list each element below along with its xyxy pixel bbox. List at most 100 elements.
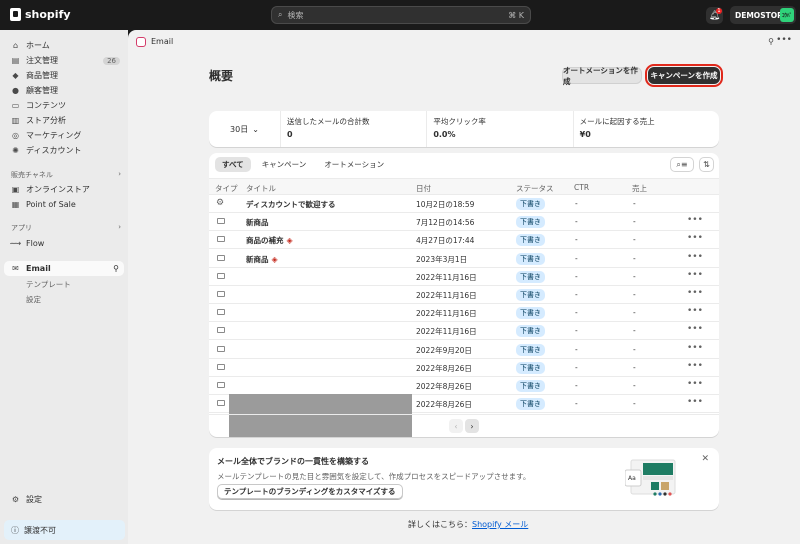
row-sales: -: [633, 217, 636, 227]
stat-label: メールに起因する売上: [579, 117, 655, 126]
row-date: 7月12日の14:56: [416, 218, 475, 228]
create-automation-button[interactable]: オートメーションを作成: [562, 66, 642, 86]
table-row[interactable]: 2022年11月16日 下書き - - •••: [209, 322, 719, 341]
notifications-button[interactable]: 🔔︎ 1: [706, 7, 723, 24]
table-row[interactable]: 2022年8月26日 下書き - - •••: [209, 377, 719, 395]
sidebar-subitem-settings[interactable]: 設定: [26, 294, 41, 305]
search-input[interactable]: ⌕ 検索 ⌘ K: [271, 6, 531, 24]
app-title: Email: [151, 37, 174, 46]
pagination: ‹ ›: [209, 414, 719, 437]
sidebar-item-email[interactable]: ✉ Email ⚲: [4, 261, 124, 276]
tab-all[interactable]: すべて: [215, 157, 251, 172]
shopify-email-link[interactable]: Shopify メール: [472, 520, 528, 529]
search-filter-button[interactable]: ⌕≡: [670, 157, 694, 172]
more-actions-icon[interactable]: •••: [687, 343, 703, 353]
status-badge: 下書き: [516, 307, 545, 320]
store-menu-button[interactable]: DEMOSTORE ｺｳﾊﾞ: [730, 6, 796, 24]
row-date: 2023年3月1日: [416, 254, 468, 264]
close-icon[interactable]: ✕: [701, 454, 709, 464]
sidebar-item-discounts[interactable]: ✺ ディスカウント: [4, 143, 124, 158]
email-type-icon: [217, 236, 225, 243]
column-header-type: タイプ: [215, 184, 238, 193]
row-date: 2022年11月16日: [416, 291, 477, 300]
shopify-logo[interactable]: shopify: [10, 8, 71, 21]
more-actions-icon[interactable]: •••: [687, 252, 703, 262]
transfer-status-banner[interactable]: ⓘ 譲渡不可: [4, 520, 125, 540]
table-row[interactable]: 2022年11月16日 下書き - - •••: [209, 286, 719, 304]
row-ctr: -: [575, 271, 578, 281]
stat-value: ¥0: [579, 130, 591, 139]
table-row[interactable]: 2022年11月16日 下書き - - •••: [209, 268, 719, 286]
row-date: 2022年11月16日: [416, 309, 477, 319]
sidebar-item-home[interactable]: ⌂ ホーム: [4, 38, 124, 53]
row-date: 2022年8月26日: [416, 400, 472, 410]
status-badge: 下書き: [516, 289, 545, 301]
sidebar-item-marketing[interactable]: ◎ マーケティング: [4, 128, 124, 143]
more-actions-icon[interactable]: •••: [687, 215, 703, 225]
tag-icon: ◆: [12, 71, 19, 80]
previous-page-button[interactable]: ‹: [449, 419, 463, 433]
sidebar-item-products[interactable]: ◆ 商品管理: [4, 68, 124, 83]
more-actions-icon[interactable]: •••: [687, 379, 703, 389]
table-row[interactable]: 新商品 ◈ 2023年3月1日 下書き - - •••: [209, 250, 719, 268]
tab-automations[interactable]: オートメーション: [317, 157, 391, 172]
tab-campaigns[interactable]: キャンペーン: [255, 157, 314, 172]
table-row[interactable]: 商品の補充 ◈ 4月27日の17:44 下書き - - •••: [209, 231, 719, 250]
create-campaign-button[interactable]: キャンペーンを作成: [645, 64, 723, 87]
sidebar-item-point-of-sale[interactable]: ▦ Point of Sale: [4, 197, 124, 212]
search-icon: ⌕: [278, 10, 283, 19]
row-sales: -: [633, 326, 636, 336]
row-sales: -: [633, 290, 636, 299]
sidebar-item-label: オンラインストア: [26, 185, 90, 194]
more-actions-icon[interactable]: •••: [687, 324, 703, 334]
pin-icon[interactable]: ⚲: [768, 37, 774, 46]
more-actions-icon[interactable]: •••: [687, 397, 703, 407]
email-type-icon: [217, 272, 225, 279]
table-row[interactable]: 2022年9月20日 下書き - - •••: [209, 341, 719, 359]
table-row[interactable]: 新商品 7月12日の14:56 下書き - - •••: [209, 213, 719, 232]
automation-icon: ⚙: [216, 198, 225, 208]
pin-icon[interactable]: ⚲: [113, 264, 119, 273]
more-icon[interactable]: •••: [776, 35, 792, 45]
more-actions-icon[interactable]: •••: [687, 306, 703, 316]
row-ctr: -: [575, 290, 578, 299]
sidebar: 販売チャネル › アプリ › ✉ Email ⚲ テンプレート 設定 ⚙ 設定 ⓘ …: [0, 30, 128, 544]
next-page-button[interactable]: ›: [465, 419, 479, 433]
more-actions-icon[interactable]: •••: [687, 270, 703, 280]
more-actions-icon[interactable]: •••: [687, 288, 703, 298]
sidebar-item-content[interactable]: ▭ コンテンツ: [4, 98, 124, 113]
period-selector[interactable]: 30日 ⌄: [209, 111, 281, 147]
row-ctr: -: [575, 235, 578, 245]
more-actions-icon[interactable]: •••: [687, 233, 703, 243]
customize-branding-button[interactable]: テンプレートのブランディングをカスタマイズする: [217, 484, 403, 499]
footer-text: 詳しくはこちら：: [408, 520, 472, 529]
row-sales: -: [633, 253, 636, 263]
branding-promo-card: メール全体でブランドの一貫性を構築する メールテンプレートの見た目と雰囲気を設定…: [209, 448, 719, 510]
sidebar-item-online-store[interactable]: ▣ オンラインストア: [4, 182, 124, 197]
sidebar-item-customers[interactable]: ● 顧客管理: [4, 83, 124, 98]
sidebar-item-label: ホーム: [26, 41, 50, 50]
sidebar-item-analytics[interactable]: ▥ ストア分析: [4, 113, 124, 128]
email-type-icon: [217, 218, 225, 225]
search-shortcut: ⌘ K: [508, 10, 524, 20]
table-row[interactable]: 2022年11月16日 下書き - - •••: [209, 304, 719, 323]
email-list-card: すべて キャンペーン オートメーション ⌕≡ ⇅ タイプ タイトル 日付 ステー…: [209, 153, 719, 437]
sidebar-item-settings[interactable]: ⚙ 設定: [4, 492, 124, 507]
row-ctr: -: [575, 381, 578, 390]
sidebar-subitem-templates[interactable]: テンプレート: [26, 279, 71, 290]
discount-icon: ✺: [12, 146, 19, 155]
row-ctr: -: [575, 399, 578, 409]
row-sales: -: [633, 308, 636, 318]
row-date: 2022年11月16日: [416, 327, 477, 337]
sidebar-item-label: 商品管理: [26, 71, 58, 80]
sidebar-item-orders[interactable]: ▤ 注文管理 26: [4, 53, 124, 68]
sidebar-item-label: ストア分析: [26, 116, 66, 125]
apps-header[interactable]: アプリ ›: [11, 223, 121, 233]
more-actions-icon[interactable]: •••: [687, 361, 703, 371]
sidebar-item-flow[interactable]: ⟿ Flow: [4, 236, 124, 251]
table-row[interactable]: ⚙ ディスカウントで歓迎する 10月2日の18:59 下書き - -: [209, 195, 719, 213]
sales-channels-header[interactable]: 販売チャネル ›: [11, 170, 121, 180]
stat-label: 平均クリック率: [433, 117, 486, 126]
table-row[interactable]: 2022年8月26日 下書き - - •••: [209, 359, 719, 377]
sort-button[interactable]: ⇅: [699, 157, 714, 172]
